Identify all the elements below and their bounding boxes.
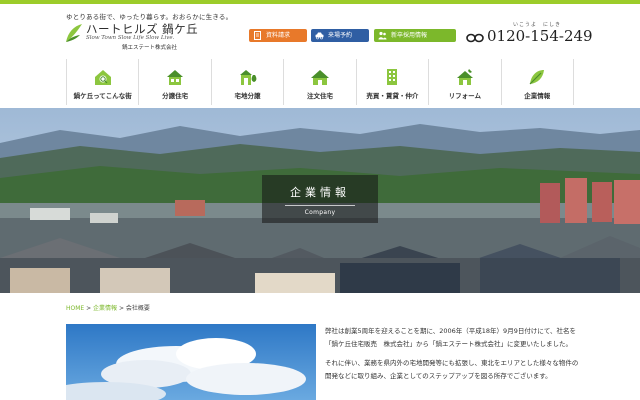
site-logo[interactable]: ハートヒルズ 鍋ケ丘 Slow Town Slow Life Slow Live… (64, 20, 214, 54)
car-icon (315, 32, 324, 40)
nav-label: 注文住宅 (306, 92, 333, 100)
request-docs-button[interactable]: 資料請求 (249, 29, 307, 42)
phone-number-block[interactable]: いこうよ にしき 0120-154-249 (465, 22, 593, 49)
logo-corp-name: 鍋エステート株式会社 (122, 45, 178, 51)
recruit-info-label: 新卒採用情報 (391, 32, 428, 39)
nav-label: 企業情報 (524, 92, 551, 100)
logo-leaf-icon (66, 24, 82, 42)
request-docs-label: 資料請求 (266, 32, 291, 39)
breadcrumb-section-link[interactable]: 企業情報 (93, 305, 117, 312)
global-nav: 鍋ケ丘ってこんな街 分譲住宅 宅地分譲 注文住宅 売買・賃貸・仲介 リフォーム … (66, 59, 574, 105)
breadcrumb: HOME > 企業情報 > 会社概要 (66, 303, 150, 312)
breadcrumb-current: 会社概要 (125, 305, 150, 312)
hero-title-box: 企業情報 Company (262, 175, 378, 223)
nav-label: リフォーム (448, 92, 481, 100)
phone-number: 0120-154-249 (487, 27, 593, 45)
nav-label: 宅地分譲 (234, 92, 261, 100)
free-dial-icon (466, 33, 484, 43)
nav-item-realestate[interactable]: 売買・賃貸・仲介 (355, 59, 428, 105)
visit-reservation-label: 来場予約 (328, 32, 353, 39)
breadcrumb-separator: > (84, 305, 94, 312)
nav-label: 鍋ケ丘ってこんな街 (73, 92, 132, 100)
people-icon (378, 31, 387, 40)
overview-paragraph: 弊社は創業5周年を迎えることを期に、2006年（平成18年）9月9日付けにて、社… (325, 327, 577, 348)
nav-item-company[interactable]: 企業情報 (500, 59, 574, 105)
sky-clouds-image (66, 324, 316, 400)
nav-item-reform[interactable]: リフォーム (428, 59, 500, 105)
breadcrumb-separator: > (117, 305, 126, 312)
hero-subtitle: Company (304, 209, 336, 216)
breadcrumb-home-link[interactable]: HOME (66, 305, 84, 312)
nav-item-land[interactable]: 宅地分譲 (210, 59, 283, 105)
nav-item-town[interactable]: 鍋ケ丘ってこんな街 (66, 59, 138, 105)
nav-item-houses[interactable]: 分譲住宅 (138, 59, 210, 105)
company-leaf-icon (529, 70, 545, 85)
nav-item-custom[interactable]: 注文住宅 (283, 59, 355, 105)
logo-slogan: Slow Town Slow Life Slow Live. (86, 35, 175, 41)
hero-divider (285, 205, 355, 206)
hero-title: 企業情報 (290, 186, 350, 199)
company-overview-text: 弊社は創業5周年を迎えることを期に、2006年（平成18年）9月9日付けにて、社… (325, 325, 580, 389)
renovation-icon (456, 69, 473, 85)
nav-label: 売買・賃貸・仲介 (366, 92, 419, 100)
house-icon (167, 70, 184, 85)
visit-reservation-button[interactable]: 来場予約 (311, 29, 369, 42)
recruit-info-button[interactable]: 新卒採用情報 (374, 29, 456, 42)
nav-label: 分譲住宅 (162, 92, 189, 100)
top-accent-bar (0, 0, 640, 4)
land-plot-icon (239, 70, 256, 85)
custom-house-icon (310, 70, 329, 85)
building-icon (387, 69, 398, 85)
sky-photo (66, 324, 316, 400)
overview-paragraph: それに伴い、業務を県内外の宅地開発等にも拡張し、東北をエリアとした様々な物件の開… (325, 359, 579, 380)
document-icon (254, 31, 261, 40)
town-search-icon (94, 70, 111, 85)
